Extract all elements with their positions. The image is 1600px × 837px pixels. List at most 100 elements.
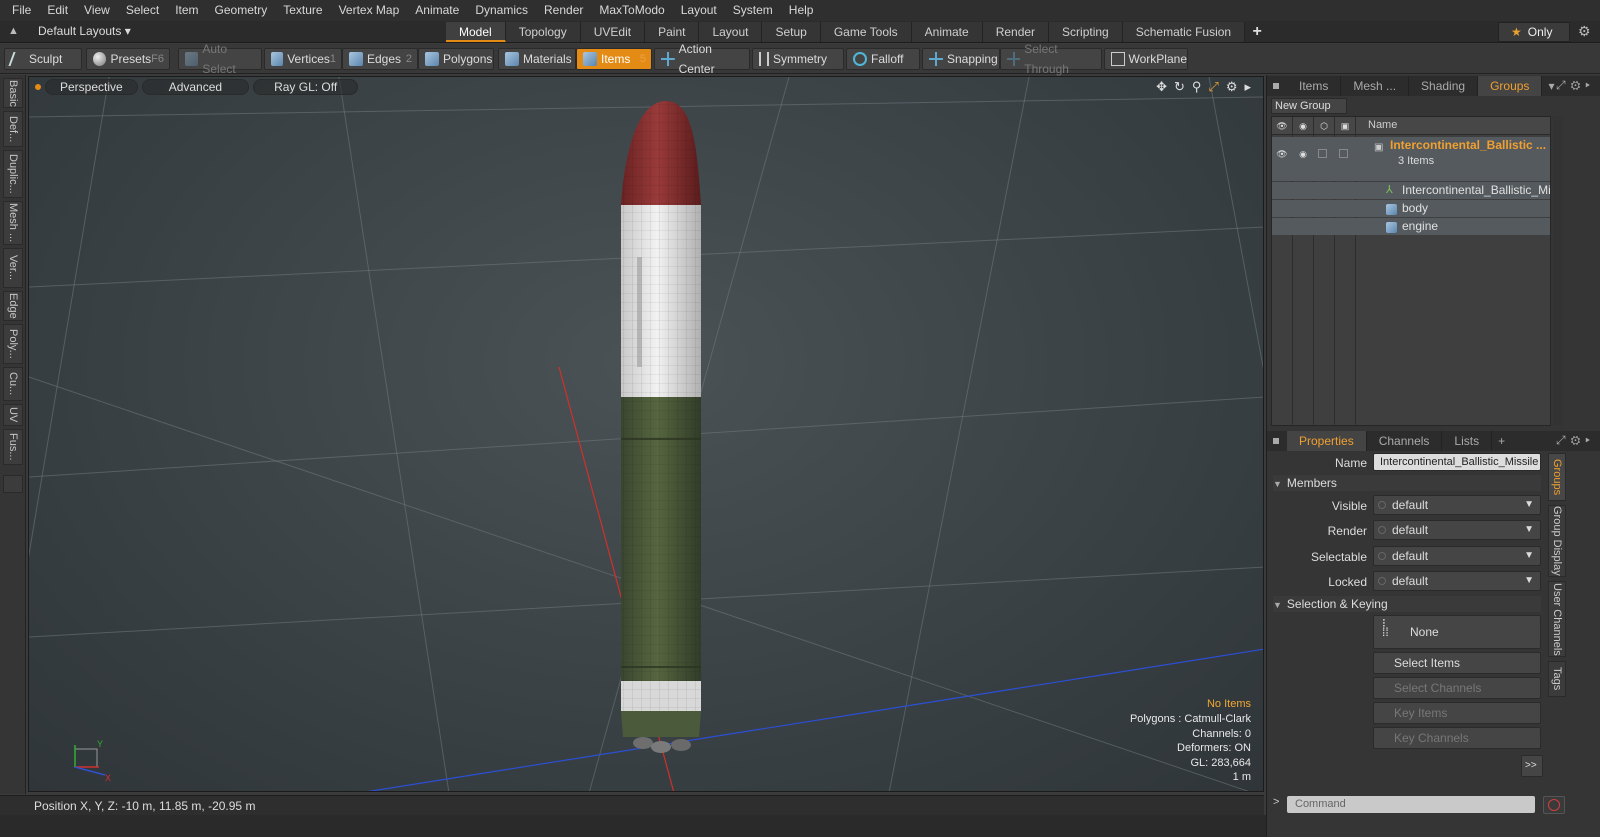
group-name-field[interactable]: Intercontinental_Ballistic_Missile (: [1373, 453, 1541, 471]
vtab-group-display[interactable]: Group Display: [1548, 505, 1566, 577]
menu-file[interactable]: File: [4, 0, 39, 21]
vtab-tags[interactable]: Tags: [1548, 661, 1566, 697]
presets-button[interactable]: Presets F6: [86, 48, 170, 70]
tab-game-tools[interactable]: Game Tools: [820, 22, 912, 42]
props-menu-icon[interactable]: [1273, 438, 1279, 444]
falloff-button[interactable]: Falloff: [846, 48, 920, 70]
menu-system[interactable]: System: [725, 0, 781, 21]
list-item[interactable]: ⅄ Intercontinental_Ballistic_Mi ...: [1272, 182, 1551, 214]
vtab-groups[interactable]: Groups: [1548, 453, 1566, 501]
missile-model[interactable]: [621, 101, 701, 753]
menu-help[interactable]: Help: [781, 0, 822, 21]
left-tab-edge[interactable]: Edge: [3, 291, 23, 321]
left-tab-duplicate[interactable]: Duplic...: [3, 150, 23, 198]
render-dropdown[interactable]: default ▼: [1373, 520, 1541, 540]
selectable-dropdown[interactable]: default ▼: [1373, 546, 1541, 566]
raygl-button[interactable]: Ray GL: Off: [253, 79, 359, 95]
menu-animate[interactable]: Animate: [407, 0, 467, 21]
tab-channels[interactable]: Channels: [1367, 431, 1443, 451]
maximize-icon[interactable]: ⤢: [1208, 79, 1218, 95]
viewport-settings-gear-icon[interactable]: ⚙: [1226, 79, 1238, 95]
menu-select[interactable]: Select: [118, 0, 167, 21]
add-props-tab-plus-icon[interactable]: +: [1498, 434, 1505, 448]
menu-dynamics[interactable]: Dynamics: [467, 0, 536, 21]
layout-collapse-icon[interactable]: ▲: [8, 25, 20, 37]
panel-menu-icon[interactable]: [1273, 83, 1279, 89]
tab-lists[interactable]: Lists: [1442, 431, 1493, 451]
panel-tab-shading[interactable]: Shading: [1409, 76, 1479, 96]
workplane-button[interactable]: WorkPlane: [1104, 48, 1188, 70]
snapping-button[interactable]: Snapping: [922, 48, 1000, 70]
props-window-icons[interactable]: ⤢⚙▸: [1556, 433, 1595, 448]
tab-uvedit[interactable]: UVEdit: [580, 22, 646, 42]
command-record-button[interactable]: [1543, 796, 1565, 814]
viewport-menu-dot-icon[interactable]: [35, 84, 41, 90]
left-tab-basic[interactable]: Basic: [3, 78, 23, 108]
panel-tab-groups[interactable]: Groups: [1478, 76, 1543, 96]
locked-dropdown[interactable]: default ▼: [1373, 571, 1541, 591]
symmetry-button[interactable]: Symmetry: [752, 48, 844, 70]
select-channels-button[interactable]: Select Channels: [1373, 677, 1541, 699]
items-button[interactable]: Items 5: [576, 48, 652, 70]
left-tab-fusion[interactable]: Fus...: [3, 429, 23, 465]
vtab-user-channels[interactable]: User Channels: [1548, 581, 1566, 657]
menu-edit[interactable]: Edit: [39, 0, 76, 21]
menu-render[interactable]: Render: [536, 0, 591, 21]
menu-view[interactable]: View: [76, 0, 118, 21]
render-col-icon[interactable]: ◉: [1297, 121, 1309, 131]
new-group-button[interactable]: New Group: [1271, 98, 1347, 114]
zoom-icon[interactable]: ⚲: [1192, 79, 1202, 95]
menu-maxtomodo[interactable]: MaxToModo: [591, 0, 672, 21]
menu-item[interactable]: Item: [167, 0, 206, 21]
action-center-button[interactable]: Action Center: [654, 42, 750, 76]
name-column-header[interactable]: Name: [1368, 119, 1397, 131]
viewport-more-arrow-icon[interactable]: ▸: [1244, 79, 1251, 95]
list-item[interactable]: body: [1272, 200, 1550, 217]
sculpt-button[interactable]: Sculpt: [4, 48, 82, 70]
3d-viewport[interactable]: Perspective Advanced Ray GL: Off ✥ ↻ ⚲ ⤢…: [28, 76, 1264, 792]
panel-tab-mesh[interactable]: Mesh ...: [1341, 76, 1410, 96]
menu-layout[interactable]: Layout: [673, 0, 725, 21]
key-items-button[interactable]: Key Items: [1373, 702, 1541, 724]
edges-button[interactable]: Edges 2: [342, 48, 418, 70]
left-tab-polygon[interactable]: Poly...: [3, 324, 23, 364]
rotate-icon[interactable]: ↻: [1174, 79, 1185, 95]
polygons-button[interactable]: Polygons: [418, 48, 494, 70]
panel-window-icons[interactable]: ⤢⚙▸: [1556, 78, 1595, 93]
panel-tabs-dropdown-icon[interactable]: ▾: [1548, 79, 1554, 93]
command-input[interactable]: Command: [1287, 796, 1535, 813]
perspective-button[interactable]: Perspective: [45, 79, 138, 95]
layout-dropdown[interactable]: Default Layouts ▾: [38, 24, 131, 38]
group-visible-eye-icon[interactable]: 👁: [1276, 149, 1288, 159]
tab-properties[interactable]: Properties: [1287, 431, 1367, 451]
panel-tab-items[interactable]: Items: [1287, 76, 1342, 96]
visibility-col-eye-icon[interactable]: 👁: [1276, 121, 1288, 131]
tab-topology[interactable]: Topology: [505, 22, 581, 42]
select-items-button[interactable]: Select Items: [1373, 652, 1541, 674]
select-through-button[interactable]: Select Through: [1000, 42, 1102, 76]
left-tab-mesh[interactable]: Mesh ...: [3, 201, 23, 245]
lock-col-icon[interactable]: ▣: [1339, 121, 1351, 131]
advanced-button[interactable]: Advanced: [141, 79, 250, 95]
members-section[interactable]: ▼ Members: [1273, 475, 1541, 491]
group-select-checkbox[interactable]: [1318, 149, 1327, 158]
visible-dropdown[interactable]: default ▼: [1373, 495, 1541, 515]
menu-texture[interactable]: Texture: [275, 0, 330, 21]
select-col-icon[interactable]: ⬡: [1318, 121, 1330, 131]
only-button[interactable]: ★ Only: [1498, 22, 1570, 42]
left-tab-deform[interactable]: Def...: [3, 111, 23, 147]
pan-icon[interactable]: ✥: [1156, 79, 1167, 95]
none-button[interactable]: ⁝ ⁞⁞ None: [1373, 615, 1541, 649]
auto-select-button[interactable]: Auto Select: [178, 42, 262, 76]
group-row[interactable]: 👁 ◉ ▣ Intercontinental_Ballistic ... 3 I…: [1272, 137, 1550, 181]
tab-model[interactable]: Model: [446, 22, 506, 42]
more-button[interactable]: >>: [1521, 755, 1543, 777]
materials-button[interactable]: Materials: [498, 48, 576, 70]
tab-animate[interactable]: Animate: [911, 22, 983, 42]
list-item[interactable]: engine: [1272, 218, 1550, 235]
tab-schematic-fusion[interactable]: Schematic Fusion: [1122, 22, 1246, 42]
vertices-button[interactable]: Vertices 1: [264, 48, 342, 70]
add-tab-plus-icon[interactable]: +: [1245, 22, 1269, 42]
menu-vertex-map[interactable]: Vertex Map: [331, 0, 408, 21]
left-tab-curve[interactable]: Cu...: [3, 367, 23, 401]
